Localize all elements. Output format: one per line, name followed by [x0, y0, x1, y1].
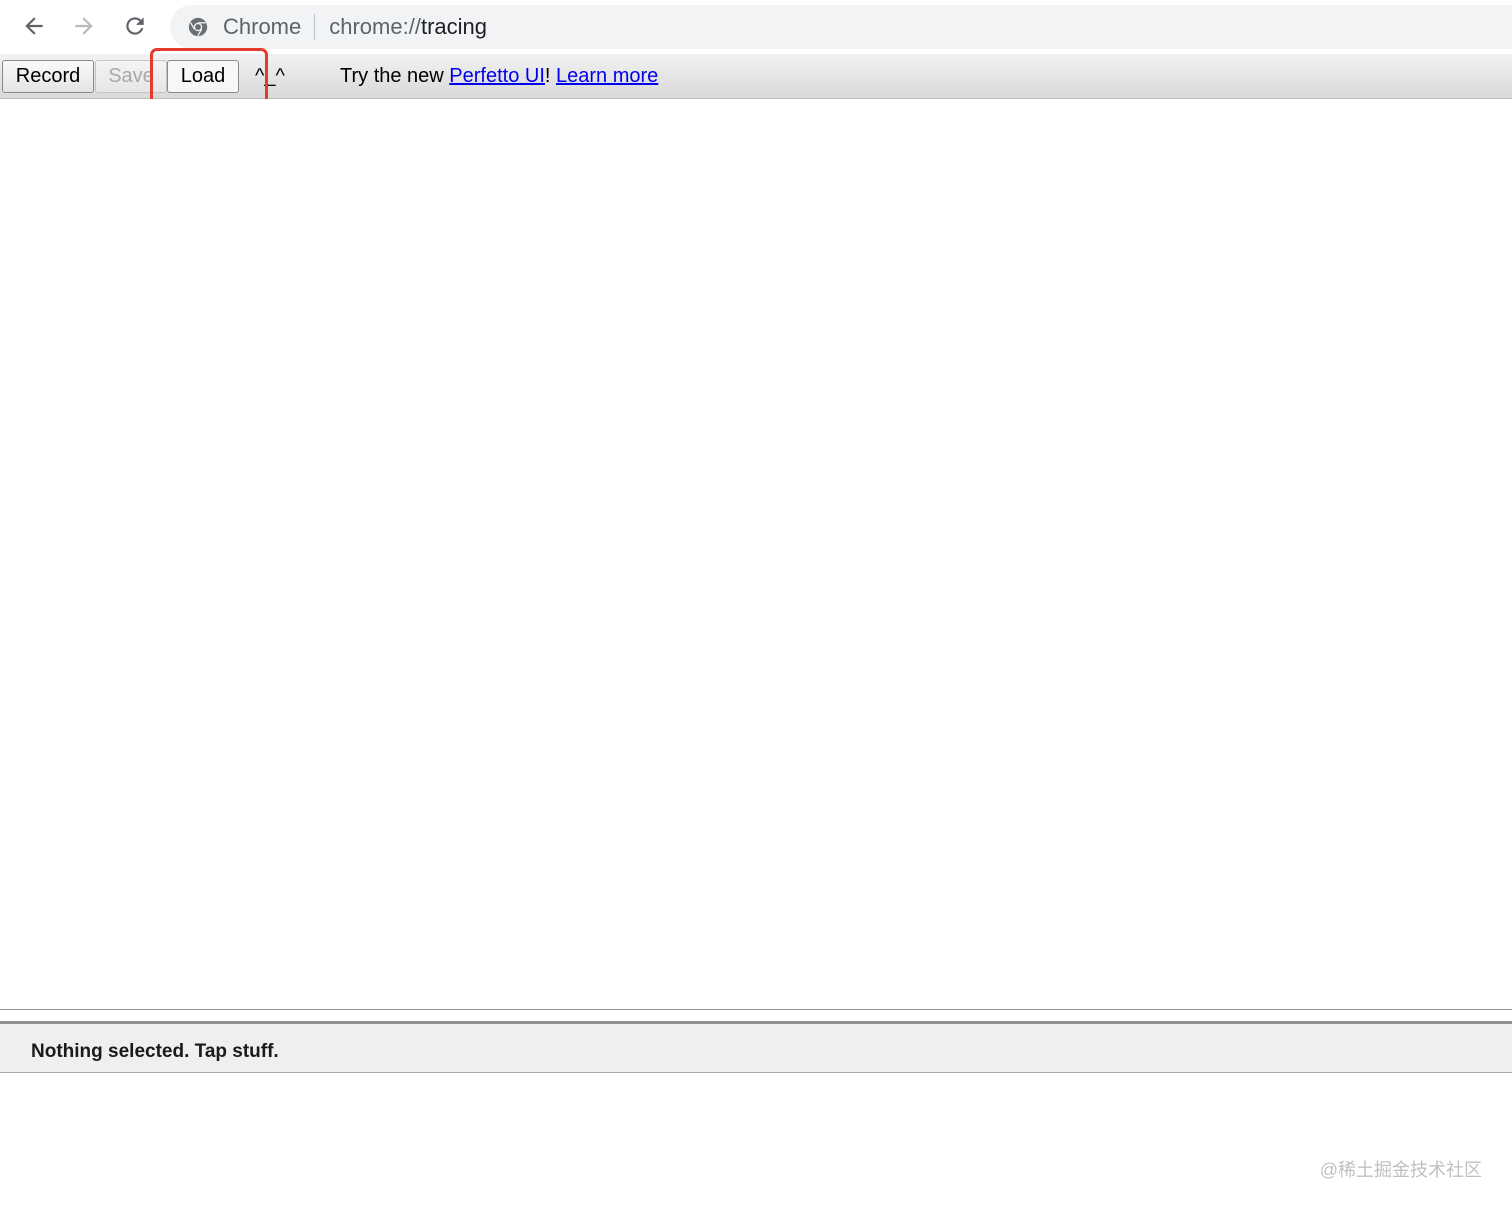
- site-name-label: Chrome: [223, 14, 302, 39]
- timeline-view[interactable]: [0, 99, 1512, 1009]
- tracing-toolbar: Record Save Load ^_^ Try the new Perfett…: [0, 54, 1512, 99]
- back-button[interactable]: [14, 6, 54, 46]
- promo-prefix-text: Try the new: [340, 65, 450, 87]
- url-text: chrome://tracing: [329, 14, 487, 40]
- load-button[interactable]: Load: [167, 60, 239, 93]
- reload-button[interactable]: [115, 6, 155, 46]
- reload-icon: [122, 13, 148, 39]
- learn-more-link[interactable]: Learn more: [556, 65, 658, 87]
- chrome-logo-icon: [187, 16, 209, 38]
- omnibox-divider: [314, 14, 316, 40]
- selection-status-text: Nothing selected. Tap stuff.: [31, 1041, 279, 1062]
- forward-button[interactable]: [64, 6, 104, 46]
- perfetto-ui-link[interactable]: Perfetto UI: [449, 65, 545, 87]
- record-button[interactable]: Record: [2, 60, 94, 93]
- browser-toolbar: Chrome chrome://tracing: [0, 0, 1512, 54]
- promo-bang-text: !: [544, 65, 551, 87]
- arrow-left-icon: [21, 13, 47, 39]
- url-path: tracing: [420, 14, 487, 39]
- panel-drag-handle[interactable]: [0, 1009, 1512, 1024]
- analysis-panel: Nothing selected. Tap stuff.: [0, 1024, 1512, 1073]
- url-scheme: chrome://: [329, 14, 421, 39]
- view-options-button[interactable]: ^_^: [255, 65, 285, 88]
- save-button[interactable]: Save: [95, 60, 167, 93]
- watermark-text: @稀土掘金技术社区: [1319, 1160, 1482, 1180]
- arrow-right-icon: [71, 13, 97, 39]
- address-bar[interactable]: Chrome chrome://tracing: [170, 5, 1512, 49]
- perfetto-promo: Try the new Perfetto UI! Learn more: [340, 65, 658, 88]
